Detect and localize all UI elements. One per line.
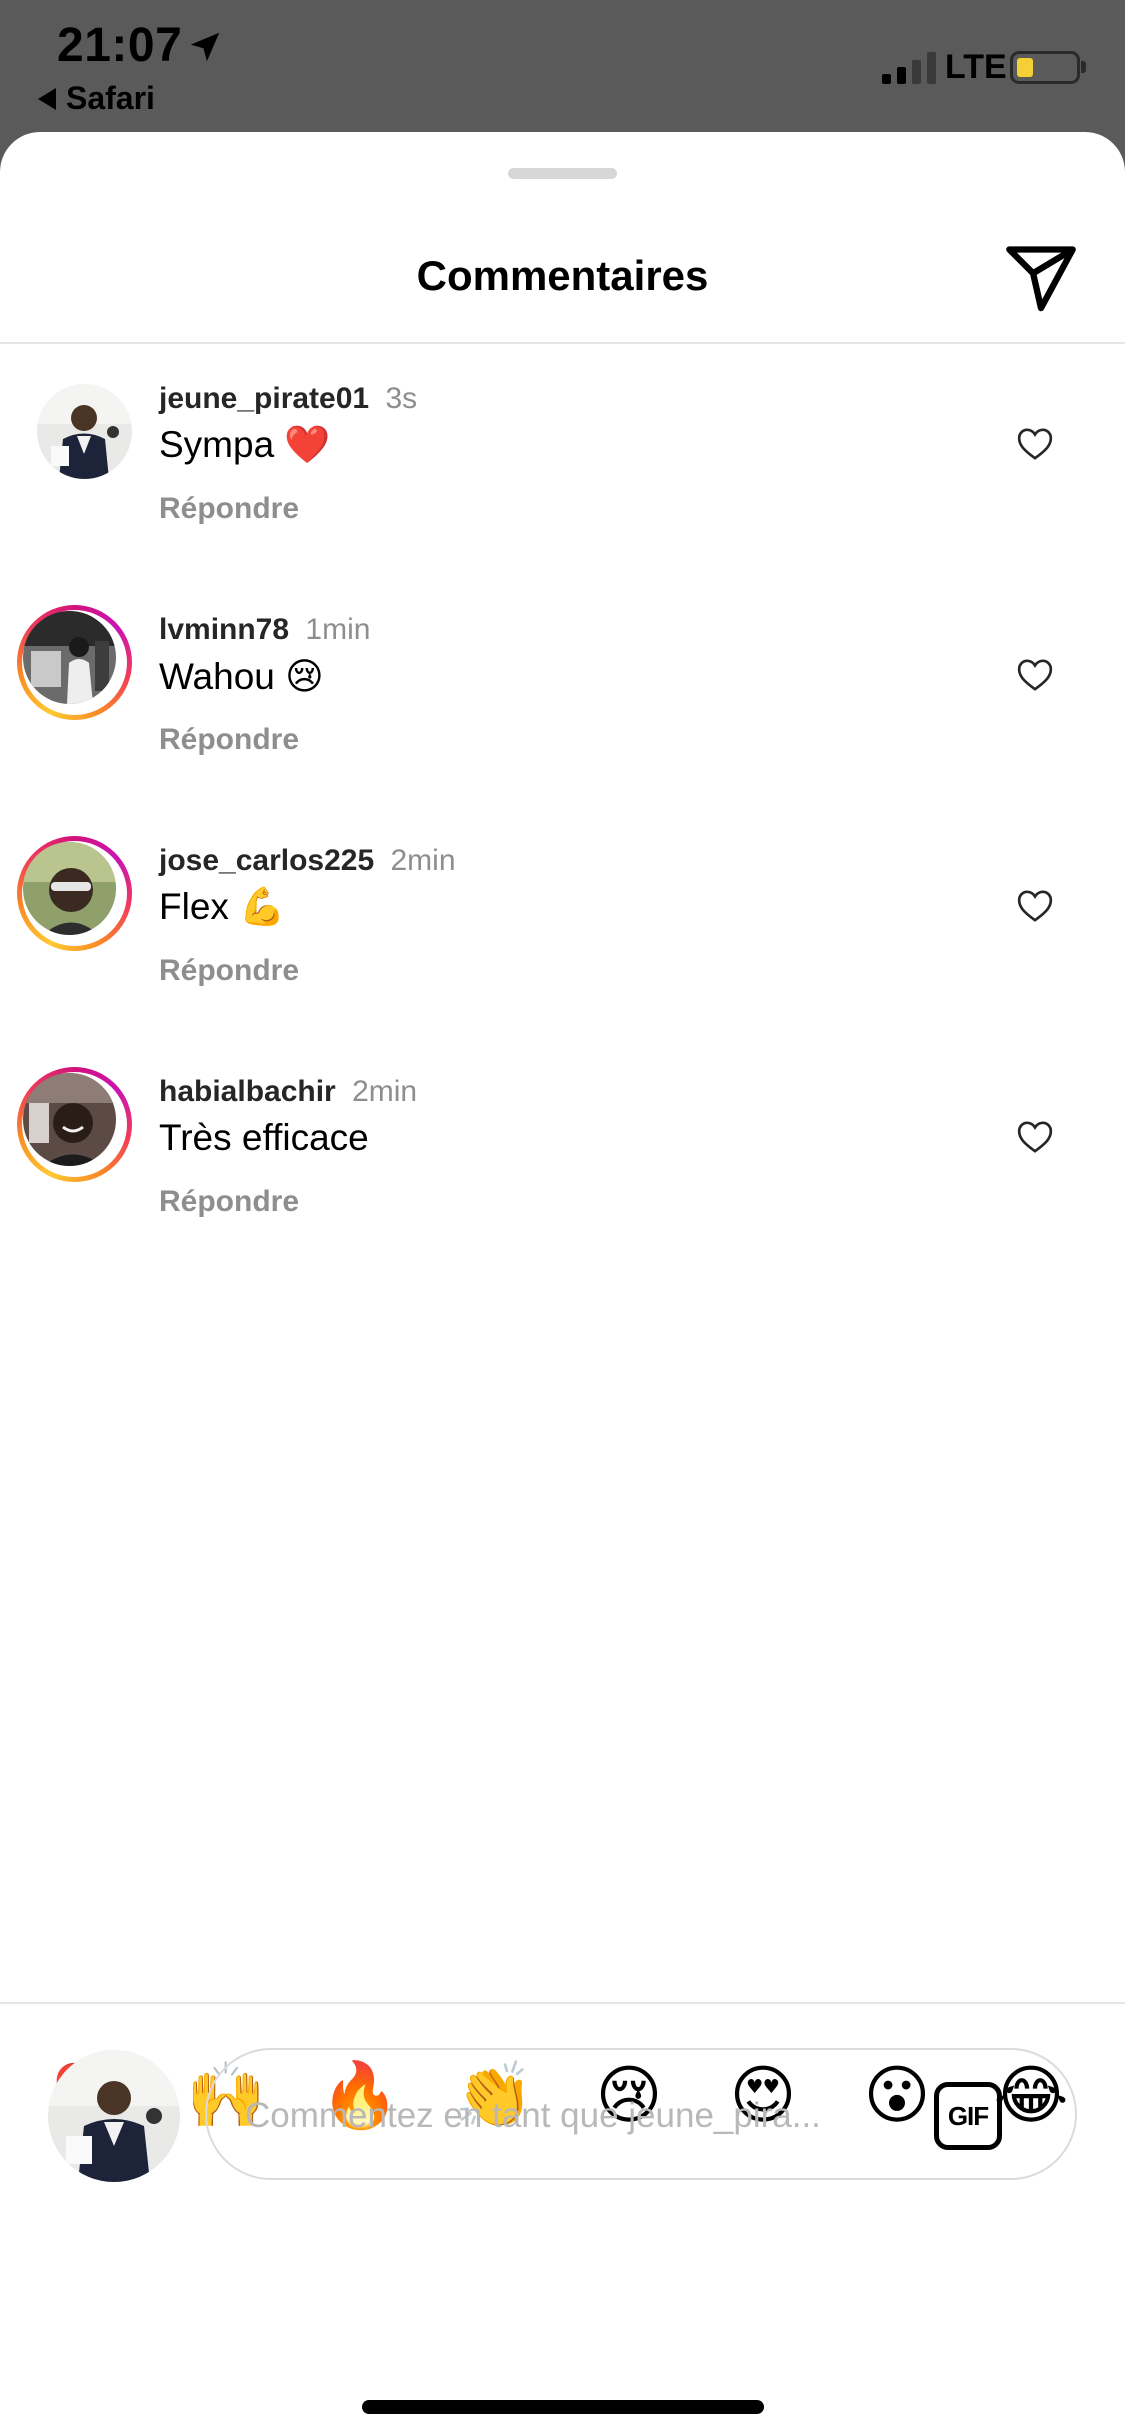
comment-item: habialbachir 2min Très efficace Répondre: [0, 1037, 1125, 1268]
reply-button[interactable]: Répondre: [159, 492, 299, 526]
comment-text: Flex 💪: [159, 886, 286, 927]
home-indicator: [362, 2400, 764, 2414]
comment-text: Sympa ❤️: [159, 424, 331, 465]
comment-text: Wahou 😢: [159, 656, 324, 697]
back-to-safari-button[interactable]: Safari: [38, 80, 155, 117]
comment-time: 1min: [305, 613, 371, 646]
battery-nub: [1081, 61, 1086, 73]
comment-item: jeune_pirate01 3s Sympa ❤️ Répondre: [0, 344, 1125, 575]
status-time: 21:07: [57, 19, 183, 72]
status-bar: 21:07 Safari LTE: [0, 0, 1125, 130]
battery-level: [1017, 58, 1033, 77]
comment-username[interactable]: jeune_pirate01: [159, 382, 369, 415]
comment-time: 3s: [385, 382, 418, 415]
comment-input[interactable]: Commentez en tant que jeune_pira... GIF: [205, 2048, 1077, 2180]
comment-item: lvminn78 1min Wahou 😢 Répondre: [0, 575, 1125, 806]
reply-button[interactable]: Répondre: [159, 954, 299, 988]
composer-avatar: [48, 2050, 180, 2182]
location-arrow-icon: [190, 32, 220, 62]
comment-username[interactable]: jose_carlos225: [159, 844, 374, 877]
sheet-grabber[interactable]: [508, 168, 617, 179]
battery-icon: [1010, 51, 1080, 84]
send-icon[interactable]: [1003, 240, 1079, 316]
reply-button[interactable]: Répondre: [159, 1185, 299, 1219]
comment-username[interactable]: habialbachir: [159, 1075, 336, 1108]
comment-header: jeune_pirate01 3s: [159, 382, 417, 416]
bottom-divider: [0, 2002, 1125, 2004]
comment-header: jose_carlos225 2min: [159, 844, 456, 878]
reply-button[interactable]: Répondre: [159, 723, 299, 757]
gif-button[interactable]: GIF: [934, 2082, 1002, 2150]
avatar[interactable]: [37, 384, 132, 479]
screen: 21:07 Safari LTE Commentaires jeune_pira…: [0, 0, 1125, 2436]
comment-username[interactable]: lvminn78: [159, 613, 289, 646]
network-type: LTE: [945, 48, 1007, 86]
comments-sheet: Commentaires jeune_pirate01 3s Sympa ❤️ …: [0, 132, 1125, 2436]
story-ring[interactable]: [17, 605, 132, 720]
comment-header: lvminn78 1min: [159, 613, 370, 647]
comment-item: jose_carlos225 2min Flex 💪 Répondre: [0, 806, 1125, 1037]
heart-icon[interactable]: [1014, 1117, 1056, 1157]
heart-icon[interactable]: [1014, 655, 1056, 695]
heart-icon[interactable]: [1014, 424, 1056, 464]
heart-icon[interactable]: [1014, 886, 1056, 926]
avatar: [23, 611, 116, 704]
comment-time: 2min: [390, 844, 456, 877]
comment-time: 2min: [352, 1075, 418, 1108]
cellular-signal-icon: [882, 52, 936, 84]
story-ring[interactable]: [17, 836, 132, 951]
back-triangle-icon: [38, 87, 56, 110]
comments-list: jeune_pirate01 3s Sympa ❤️ Répondre lvmi…: [0, 344, 1125, 1268]
comment-header: habialbachir 2min: [159, 1075, 417, 1109]
comment-input-placeholder: Commentez en tant que jeune_pira...: [245, 2096, 821, 2135]
back-app-label: Safari: [66, 80, 155, 116]
comment-text: Très efficace: [159, 1117, 369, 1158]
story-ring[interactable]: [17, 1067, 132, 1182]
avatar: [23, 1073, 116, 1166]
avatar: [23, 842, 116, 935]
page-title: Commentaires: [416, 252, 709, 299]
